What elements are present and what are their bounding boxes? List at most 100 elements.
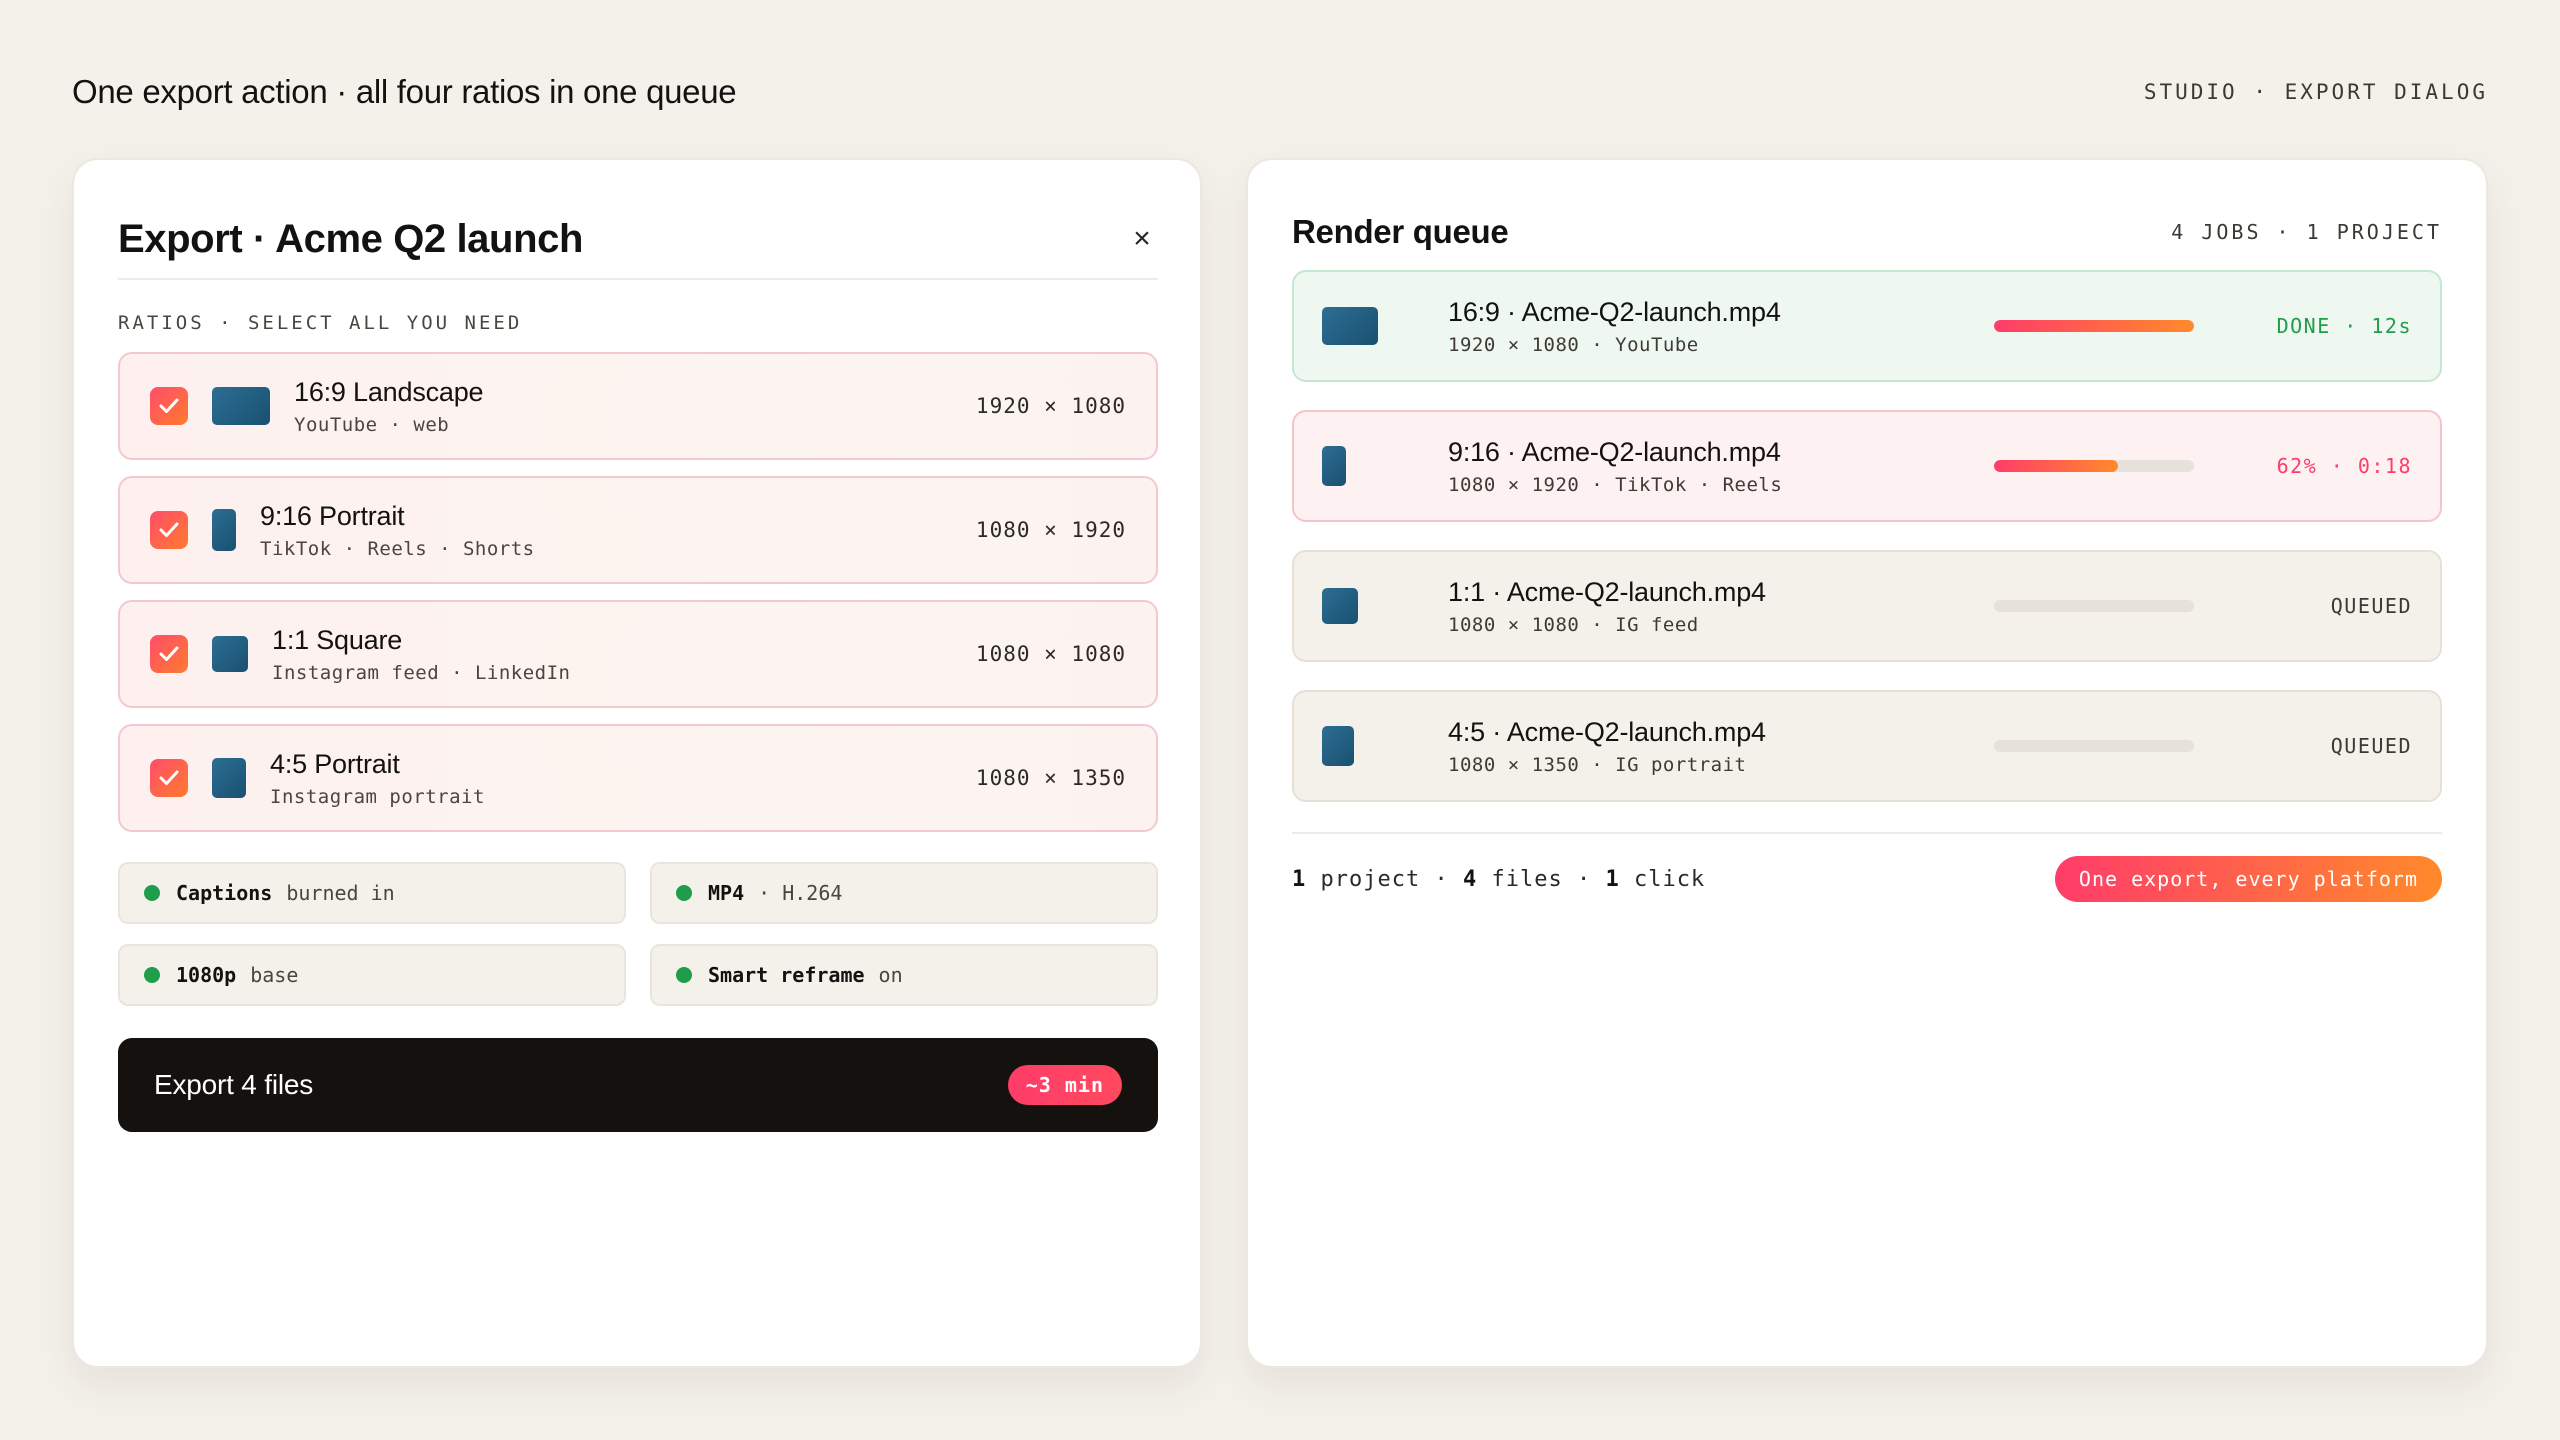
- files-label: files: [1491, 866, 1563, 892]
- checkbox-checked-icon[interactable]: [150, 511, 188, 549]
- ratio-thumb-portrait-4-5: [212, 758, 246, 798]
- ratio-dimensions: 1080 × 1920: [975, 518, 1126, 542]
- page-header: One export action · all four ratios in o…: [72, 68, 2488, 116]
- status-dot-icon: [676, 885, 692, 901]
- job-details: 1080 × 1350 · IG portrait: [1448, 753, 1747, 776]
- option-name: 1080p: [176, 963, 237, 987]
- option-captions[interactable]: Captions burned in: [118, 862, 626, 924]
- job-progress-bar: [1994, 320, 2194, 332]
- ratio-text: 16:9 Landscape YouTube · web: [294, 377, 976, 436]
- ratio-option-4-5[interactable]: 4:5 Portrait Instagram portrait 1080 × 1…: [118, 724, 1158, 832]
- clicks-label: click: [1633, 866, 1706, 892]
- job-status: 62% · 0:18: [2276, 454, 2412, 478]
- ratio-thumb-portrait: [212, 509, 236, 551]
- queue-header: Render queue 4 JOBS · 1 PROJECT: [1292, 200, 2442, 264]
- eta-badge: ~3 min: [1007, 1065, 1122, 1105]
- option-format[interactable]: MP4 · H.264: [650, 862, 1158, 924]
- option-value: base: [250, 963, 299, 987]
- checkbox-checked-icon[interactable]: [150, 759, 188, 797]
- job-filename: 4:5 · Acme-Q2-launch.mp4: [1448, 716, 1766, 747]
- ratio-thumb-landscape: [212, 387, 270, 425]
- status-dot-icon: [676, 967, 692, 983]
- checkbox-checked-icon[interactable]: [150, 635, 188, 673]
- job-details: 1080 × 1920 · TikTok · Reels: [1448, 473, 1783, 496]
- job-text: 16:9 · Acme-Q2-launch.mp4 1920 × 1080 · …: [1448, 297, 1994, 356]
- job-row[interactable]: 16:9 · Acme-Q2-launch.mp4 1920 × 1080 · …: [1292, 270, 2442, 382]
- option-value: burned in: [286, 881, 395, 905]
- tagline-badge: One export, every platform: [2054, 856, 2442, 902]
- status-dot-icon: [144, 885, 160, 901]
- option-smart-reframe[interactable]: Smart reframe on: [650, 944, 1158, 1006]
- job-status: DONE · 12s: [2276, 314, 2412, 338]
- job-status: QUEUED: [2330, 594, 2412, 618]
- projects-count: 1: [1292, 866, 1307, 892]
- job-filename: 9:16 · Acme-Q2-launch.mp4: [1448, 436, 1781, 467]
- queue-meta: 4 JOBS · 1 PROJECT: [2171, 220, 2442, 244]
- export-button[interactable]: Export 4 files ~3 min: [118, 1038, 1158, 1132]
- job-details: 1080 × 1080 · IG feed: [1448, 613, 1699, 636]
- summary-separator: ·: [1576, 866, 1592, 892]
- job-thumb-portrait: [1322, 446, 1346, 486]
- clicks-count: 1: [1605, 866, 1620, 892]
- queue-summary: 1 project · 4 files · 1 click: [1292, 867, 1705, 892]
- option-value: · H.264: [758, 881, 843, 905]
- ratio-name: 16:9 Landscape: [294, 376, 484, 407]
- render-queue-panel: Render queue 4 JOBS · 1 PROJECT 16:9 · A…: [1246, 158, 2488, 1368]
- job-progress-bar: [1994, 740, 2194, 752]
- job-filename: 1:1 · Acme-Q2-launch.mp4: [1448, 576, 1766, 607]
- breadcrumb: STUDIO · EXPORT DIALOG: [2143, 80, 2488, 104]
- job-thumb-portrait-4-5: [1322, 726, 1354, 766]
- export-dialog: Export · Acme Q2 launch × RATIOS · SELEC…: [72, 158, 1202, 1368]
- ratio-list: 16:9 Landscape YouTube · web 1920 × 1080…: [118, 352, 1158, 848]
- ratio-platforms: Instagram portrait: [270, 785, 485, 808]
- job-details: 1920 × 1080 · YouTube: [1448, 333, 1699, 356]
- ratio-thumb-square: [212, 636, 248, 672]
- option-name: Smart reframe: [708, 963, 865, 987]
- option-name: MP4: [708, 881, 745, 905]
- option-resolution[interactable]: 1080p base: [118, 944, 626, 1006]
- ratio-dimensions: 1080 × 1080: [975, 642, 1126, 666]
- ratio-dimensions: 1920 × 1080: [975, 394, 1126, 418]
- ratio-option-9-16[interactable]: 9:16 Portrait TikTok · Reels · Shorts 10…: [118, 476, 1158, 584]
- queue-footer: 1 project · 4 files · 1 click One export…: [1292, 856, 2442, 902]
- job-row[interactable]: 9:16 · Acme-Q2-launch.mp4 1080 × 1920 · …: [1292, 410, 2442, 522]
- ratio-platforms: TikTok · Reels · Shorts: [260, 537, 535, 560]
- job-filename: 16:9 · Acme-Q2-launch.mp4: [1448, 296, 1781, 327]
- ratio-platforms: YouTube · web: [294, 413, 450, 436]
- ratio-dimensions: 1080 × 1350: [975, 766, 1126, 790]
- job-progress-bar: [1994, 600, 2194, 612]
- summary-separator: ·: [1434, 866, 1449, 892]
- job-row[interactable]: 1:1 · Acme-Q2-launch.mp4 1080 × 1080 · I…: [1292, 550, 2442, 662]
- option-value: on: [878, 963, 903, 987]
- export-button-label: Export 4 files: [154, 1069, 314, 1100]
- option-name: Captions: [176, 881, 273, 905]
- job-text: 1:1 · Acme-Q2-launch.mp4 1080 × 1080 · I…: [1448, 577, 1994, 636]
- job-thumb-landscape: [1322, 307, 1378, 345]
- ratios-section-label: RATIOS · SELECT ALL YOU NEED: [118, 312, 523, 334]
- job-thumb-square: [1322, 588, 1358, 624]
- ratio-name: 1:1 Square: [272, 624, 403, 655]
- close-icon[interactable]: ×: [1126, 222, 1158, 256]
- checkbox-checked-icon[interactable]: [150, 387, 188, 425]
- job-status: QUEUED: [2330, 734, 2412, 758]
- ratio-text: 4:5 Portrait Instagram portrait: [270, 749, 976, 808]
- ratio-option-16-9[interactable]: 16:9 Landscape YouTube · web 1920 × 1080: [118, 352, 1158, 460]
- queue-title: Render queue: [1292, 213, 1509, 250]
- job-progress-bar: [1994, 460, 2194, 472]
- divider: [1292, 832, 2442, 834]
- job-list: 16:9 · Acme-Q2-launch.mp4 1920 × 1080 · …: [1292, 270, 2442, 830]
- job-progress-fill: [1994, 320, 2194, 332]
- projects-label: project: [1320, 866, 1421, 892]
- ratio-name: 9:16 Portrait: [260, 500, 405, 531]
- export-options: Captions burned in MP4 · H.264 1080p bas…: [118, 862, 1158, 1006]
- ratio-name: 4:5 Portrait: [270, 748, 400, 779]
- ratio-text: 1:1 Square Instagram feed · LinkedIn: [272, 625, 976, 684]
- page-title: One export action · all four ratios in o…: [72, 73, 737, 110]
- files-count: 4: [1462, 866, 1478, 892]
- job-text: 4:5 · Acme-Q2-launch.mp4 1080 × 1350 · I…: [1448, 717, 1994, 776]
- dialog-title: Export · Acme Q2 launch: [118, 216, 583, 261]
- job-text: 9:16 · Acme-Q2-launch.mp4 1080 × 1920 · …: [1448, 437, 1994, 496]
- ratio-option-1-1[interactable]: 1:1 Square Instagram feed · LinkedIn 108…: [118, 600, 1158, 708]
- ratio-platforms: Instagram feed · LinkedIn: [272, 661, 571, 684]
- job-row[interactable]: 4:5 · Acme-Q2-launch.mp4 1080 × 1350 · I…: [1292, 690, 2442, 802]
